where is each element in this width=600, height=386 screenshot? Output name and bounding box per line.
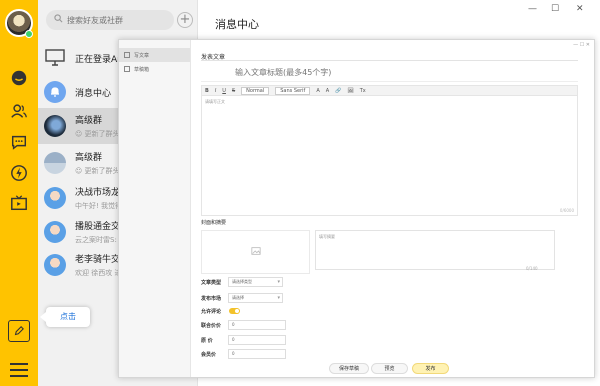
- contacts-icon[interactable]: [9, 101, 29, 121]
- italic-button[interactable]: I: [215, 88, 216, 94]
- price-label: 联合价价: [201, 323, 222, 329]
- group-avatar: [44, 187, 66, 209]
- divider: [201, 60, 578, 61]
- menu-icon[interactable]: [10, 363, 28, 377]
- font-select[interactable]: Sans Serif: [275, 86, 311, 95]
- price-input[interactable]: 0: [228, 320, 286, 330]
- original-price-input[interactable]: 0: [228, 335, 286, 345]
- save-draft-button[interactable]: 保存草稿: [329, 363, 369, 374]
- chat-bubble-icon[interactable]: [9, 68, 29, 88]
- link-icon[interactable]: 🔗: [335, 88, 341, 94]
- article-type-label: 文章类型: [201, 280, 222, 286]
- online-status-dot: [25, 30, 33, 38]
- rich-text-editor[interactable]: B I U S Normal Sans Serif A A 🔗 🖼 Tx 请填写…: [201, 85, 578, 216]
- sidebar-item-label: 草稿箱: [134, 66, 150, 73]
- image-placeholder-icon: [250, 246, 261, 259]
- search-box[interactable]: [46, 10, 174, 30]
- bold-button[interactable]: B: [205, 88, 209, 94]
- minimize-button[interactable]: —: [528, 4, 537, 14]
- computer-icon: [44, 46, 66, 71]
- group-avatar: [44, 152, 66, 174]
- session-title: 消息中心: [75, 88, 112, 99]
- publish-button[interactable]: 发布: [412, 363, 449, 374]
- font-color-button[interactable]: A: [316, 88, 319, 94]
- article-dialog: 写文章 草稿箱 — ☐ ✕ 发表文章 B I U S Normal Sans S…: [118, 39, 595, 378]
- sidebar-item-write[interactable]: 写文章: [119, 48, 190, 62]
- dialog-window-controls[interactable]: — ☐ ✕: [573, 42, 590, 48]
- member-price-label: 会员价: [201, 352, 217, 358]
- editor-toolbar: B I U S Normal Sans Serif A A 🔗 🖼 Tx: [202, 86, 577, 96]
- allow-comment-label: 允许评论: [201, 309, 222, 315]
- allow-comment-toggle[interactable]: [229, 308, 240, 314]
- original-price-label: 原 价: [201, 338, 213, 344]
- close-button[interactable]: ✕: [576, 4, 584, 14]
- group-avatar: [44, 115, 66, 137]
- market-select[interactable]: 请选择: [228, 293, 283, 303]
- article-type-select[interactable]: 请选择类型: [228, 277, 283, 287]
- add-button[interactable]: +: [177, 12, 193, 28]
- cover-upload[interactable]: [201, 230, 310, 274]
- editor-placeholder: 请填写正文: [205, 99, 225, 104]
- sidebar-item-label: 写文章: [134, 52, 150, 59]
- underline-button[interactable]: U: [222, 88, 226, 94]
- edit-icon[interactable]: [8, 320, 30, 342]
- sidebar-item-drafts[interactable]: 草稿箱: [119, 62, 190, 76]
- clear-format-button[interactable]: Tx: [360, 88, 366, 94]
- editor-char-count: 0/6000: [559, 208, 574, 213]
- sidebar: [0, 0, 38, 386]
- drafts-icon: [124, 66, 130, 72]
- preview-button[interactable]: 预览: [371, 363, 408, 374]
- format-select[interactable]: Normal: [241, 86, 270, 95]
- lightning-icon[interactable]: [9, 163, 29, 183]
- bell-icon: [44, 81, 66, 103]
- dialog-sidebar: 写文章 草稿箱: [119, 40, 191, 377]
- cover-summary-label: 封面和摘要: [201, 220, 227, 226]
- maximize-button[interactable]: ☐: [551, 4, 559, 14]
- highlight-button[interactable]: A: [326, 88, 329, 94]
- strike-button[interactable]: S: [232, 88, 235, 94]
- image-icon[interactable]: 🖼: [347, 88, 353, 94]
- search-icon: [54, 14, 63, 26]
- summary-input[interactable]: 填写摘要: [315, 230, 555, 270]
- tv-icon[interactable]: [9, 193, 29, 213]
- click-tooltip: 点击: [40, 307, 90, 327]
- group-avatar: [44, 254, 66, 276]
- group-chat-icon[interactable]: [9, 132, 29, 152]
- market-label: 发布市场: [201, 296, 222, 302]
- group-avatar: [44, 221, 66, 243]
- article-title-input[interactable]: [201, 64, 578, 82]
- summary-char-count: 0/140: [526, 266, 538, 271]
- search-input[interactable]: [67, 15, 167, 25]
- document-icon: [124, 52, 130, 58]
- member-price-input[interactable]: 0: [228, 349, 286, 359]
- page-title: 消息中心: [215, 18, 259, 31]
